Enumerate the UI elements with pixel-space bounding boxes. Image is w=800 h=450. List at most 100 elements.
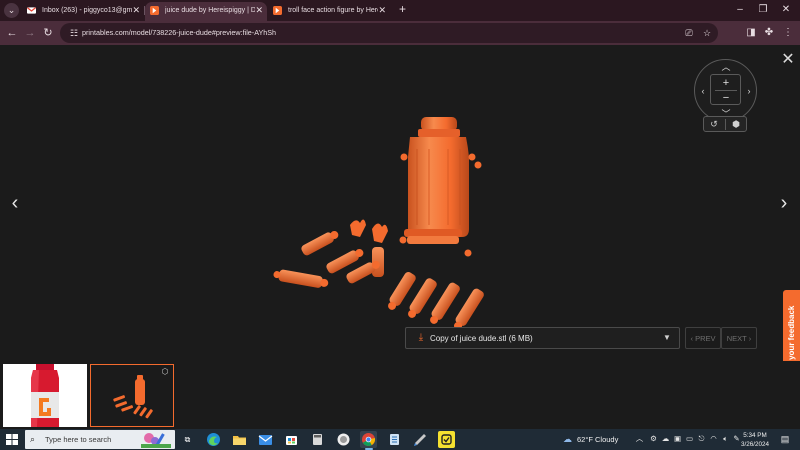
gatorade-bottle-image [3, 364, 87, 427]
next-image-arrow[interactable]: › [776, 191, 792, 215]
snapchat-style-app-icon[interactable] [438, 431, 455, 448]
store-logo [286, 436, 297, 445]
calculator-icon[interactable] [309, 431, 326, 448]
search-highlight-illustration [141, 433, 171, 448]
app-icon-circle[interactable] [335, 431, 352, 448]
yellow-app-logo [441, 434, 452, 445]
file-name: Copy of juice dude.stl (6 MB) [430, 334, 533, 343]
rotate-reset-icon: ↺ [710, 119, 718, 129]
close-icon[interactable]: ✕ [779, 51, 797, 69]
address-bar[interactable]: ☷ printables.com/model/738226-juice-dude… [60, 23, 718, 43]
thumbnail-strip: ⬡ [0, 361, 800, 429]
search-placeholder: Type here to search [45, 435, 112, 444]
chevron-down-icon: ⌄ [7, 5, 16, 15]
site-info-icon[interactable]: ☷ [67, 26, 81, 40]
tab-gmail[interactable]: Inbox (263) - piggyco13@gmai ✕ [22, 2, 144, 21]
download-icon[interactable]: ⤓ [414, 331, 428, 345]
side-panel-icon[interactable]: ◨ [742, 24, 760, 42]
chrome-browser-icon[interactable] [360, 431, 377, 450]
3d-cube-icon: ⬡ [161, 367, 169, 376]
close-window-button[interactable]: ✕ [776, 2, 796, 18]
gmail-icon [27, 7, 36, 14]
previous-image-arrow[interactable]: ‹ [7, 191, 23, 215]
arm-parts [273, 230, 380, 288]
tab-title: troll face action figure by Herei [288, 7, 378, 14]
search-icon: ⌕ [30, 434, 36, 444]
rotate-left-button[interactable]: ‹ [697, 85, 709, 97]
close-icon[interactable]: ✕ [255, 2, 263, 19]
tray-app-icon[interactable]: ⚙ [648, 433, 659, 445]
chevron-right-icon: › [747, 86, 751, 96]
thumbnail-model-preview[interactable]: ⬡ [90, 364, 174, 427]
forward-button[interactable]: → [21, 24, 39, 42]
circle-app-logo [337, 433, 350, 446]
volume-icon[interactable]: 🔈︎ [720, 433, 731, 445]
onedrive-cloud-icon[interactable]: ☁ [660, 433, 671, 445]
chevron-left-icon: ‹ [701, 86, 705, 96]
close-icon[interactable]: ✕ [378, 2, 386, 19]
reload-icon: ↻ [43, 27, 53, 39]
windows-start-icon[interactable] [4, 432, 20, 447]
tab-troll-face[interactable]: troll face action figure by Herei ✕ [268, 2, 390, 21]
new-tab-button[interactable]: + [395, 2, 410, 17]
mail-logo [258, 435, 273, 445]
bottle-body-part [399, 117, 482, 257]
plus-icon: + [722, 77, 730, 89]
notes-logo [390, 434, 399, 445]
arrow-right-icon: → [24, 27, 36, 39]
tab-juice-dude[interactable]: juice dude by Hereispiggy | Do ✕ [145, 2, 267, 21]
notification-center-button[interactable]: ▤ [778, 432, 792, 446]
close-icon[interactable]: ✕ [132, 2, 140, 19]
back-button[interactable]: ← [3, 24, 21, 42]
notes-app-icon[interactable] [386, 431, 403, 448]
zoom-out-button[interactable]: − [719, 91, 733, 105]
mail-app-icon[interactable] [257, 431, 274, 448]
tab-search-button[interactable]: ⌄ [4, 3, 19, 18]
store-icon[interactable] [283, 431, 300, 448]
reload-button[interactable]: ↻ [39, 24, 57, 42]
juice-dude-model-render[interactable] [270, 115, 500, 330]
bookmark-star-icon[interactable]: ☆ [700, 26, 714, 40]
rotate-up-button[interactable]: ︿ [720, 61, 732, 73]
model-viewer[interactable]: ✕ ‹ › ︿ ﹀ ‹ › + − ↺ ⬢ ⤓ Copy of juice du… [0, 45, 800, 361]
wifi-icon[interactable]: ◠ [708, 433, 719, 445]
clock-time: 5:34 PM [743, 432, 767, 439]
chevron-down-icon: ▼ [663, 333, 671, 342]
system-clock[interactable]: 5:34 PM 3/26/2024 [736, 431, 774, 449]
thumbnail-gatorade-photo[interactable] [3, 364, 87, 427]
battery-icon[interactable]: ▭ [684, 433, 695, 445]
extensions-icon[interactable]: ✤ [760, 24, 778, 42]
maximize-button[interactable]: ❐ [753, 2, 773, 18]
notification-icon: ▤ [780, 434, 790, 444]
paint-app-icon[interactable] [412, 431, 429, 448]
view-cube-button[interactable]: ⬢ [726, 118, 746, 131]
printables-icon [150, 6, 159, 15]
arrow-left-icon: ← [6, 27, 18, 39]
menu-kebab-icon[interactable]: ⋮ [779, 24, 797, 42]
rotate-right-button[interactable]: › [743, 85, 755, 97]
prev-file-button[interactable]: ‹ PREV [685, 327, 721, 349]
weather-text: 62°F Cloudy [577, 435, 619, 444]
weather-widget[interactable]: ☁ 62°F Cloudy [563, 429, 618, 450]
tray-overflow-chevron-icon[interactable]: ︿ [634, 433, 645, 445]
edge-logo [207, 433, 220, 446]
zoom-in-button[interactable]: + [719, 76, 733, 90]
edge-browser-icon[interactable] [205, 431, 222, 448]
tray-device-icon[interactable]: ⎋ [696, 433, 707, 445]
zoom-control: + − [710, 74, 741, 105]
view-tools: ↺ ⬢ [703, 116, 747, 132]
reset-view-button[interactable]: ↺ [704, 118, 724, 131]
install-app-icon[interactable]: ⎚ [682, 26, 696, 40]
task-view-icon[interactable]: ⧉ [179, 431, 196, 448]
taskbar-search-box[interactable]: ⌕ Type here to search [25, 430, 175, 449]
calculator-logo [313, 434, 322, 445]
next-file-button[interactable]: NEXT › [721, 327, 757, 349]
file-selector-dropdown[interactable]: ⤓ Copy of juice dude.stl (6 MB) ▼ [405, 327, 680, 349]
tray-security-icon[interactable]: ▣ [672, 433, 683, 445]
url-text[interactable]: printables.com/model/738226-juice-dude#p… [82, 23, 276, 43]
file-explorer-icon[interactable] [231, 431, 248, 448]
screen: ⌄ Inbox (263) - piggyco13@gmai ✕ juice d… [0, 0, 800, 450]
minus-icon: − [722, 92, 730, 104]
chrome-logo [362, 433, 376, 446]
minimize-button[interactable]: – [730, 2, 750, 18]
